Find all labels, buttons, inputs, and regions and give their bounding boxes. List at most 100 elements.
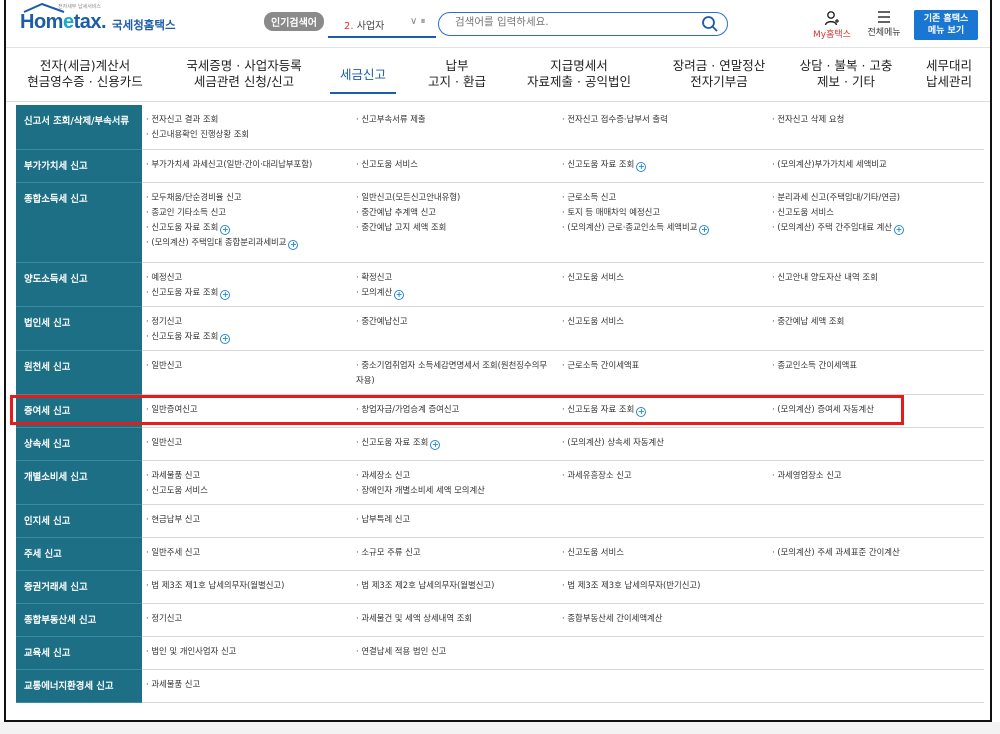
menu-link[interactable]: · 일반신고 xyxy=(146,358,348,373)
menu-link[interactable]: · 중간예납 추계액 신고 xyxy=(356,205,554,220)
all-menu-button[interactable]: 전체메뉴 xyxy=(864,10,904,38)
menu-link[interactable]: · 토지 등 매매차익 예정신고 xyxy=(562,205,764,220)
menu-link[interactable]: · 신고도움 서비스 xyxy=(772,205,980,220)
menu-link[interactable]: · 근로소득 신고 xyxy=(562,190,764,205)
chevron-down-icon[interactable]: ∨ ⏸ xyxy=(410,16,426,27)
my-hometax-button[interactable]: My홈택스 xyxy=(812,10,852,40)
plus-circle-icon[interactable]: + xyxy=(636,161,647,172)
category-cell[interactable]: 증여세 신고 xyxy=(16,394,142,428)
nav-item-e-invoice[interactable]: 전자(세금)계산서 현금영수증 · 신용카드 xyxy=(26,58,144,90)
menu-link[interactable]: · 일반주세 신고 xyxy=(146,545,348,560)
menu-link[interactable]: · 법 제3조 제3호 납세의무자(반기신고) xyxy=(562,578,764,593)
menu-link[interactable]: · 일반신고 xyxy=(146,435,348,450)
menu-link[interactable]: · 과세영업장소 신고 xyxy=(772,468,980,483)
menu-link[interactable]: · 일반신고(모든신고안내유형) xyxy=(356,190,554,205)
menu-link[interactable]: · 신고도움 자료 조회 + xyxy=(356,435,554,450)
menu-link[interactable]: · (모의계산) 상속세 자동계산 xyxy=(562,435,764,450)
menu-link[interactable]: · 중소기업취업자 소득세감면명세서 조회(원천징수의무자용) xyxy=(356,358,554,388)
plus-circle-icon[interactable]: + xyxy=(220,289,231,300)
menu-link[interactable]: · 소규모 주류 신고 xyxy=(356,545,554,560)
menu-link[interactable]: · 신고도움 서비스 xyxy=(562,314,764,329)
menu-link[interactable]: · 신고안내 양도자산 내역 조회 xyxy=(772,270,980,285)
category-cell[interactable]: 법인세 신고 xyxy=(16,306,142,351)
category-cell[interactable]: 신고서 조회/삭제/부속서류 xyxy=(16,105,142,150)
popular-search-badge[interactable]: 인기검색어 xyxy=(264,12,324,31)
old-menu-button[interactable]: 기존 홈택스 메뉴 보기 xyxy=(914,10,978,40)
menu-link[interactable]: · 신고도움 서비스 xyxy=(356,157,554,172)
menu-link[interactable]: · 정기신고 xyxy=(146,314,348,329)
hometax-logo[interactable]: 전자세무 납세서비스 Hometax. 국세청홈택스 xyxy=(20,3,176,32)
menu-link[interactable]: · 납부특례 신고 xyxy=(356,512,554,527)
menu-link[interactable]: · (모의계산) 증여세 자동계산 xyxy=(772,402,980,417)
plus-circle-icon[interactable]: + xyxy=(699,224,710,235)
menu-link[interactable]: · 종교인소득 간이세액표 xyxy=(772,358,980,373)
category-cell[interactable]: 양도소득세 신고 xyxy=(16,262,142,307)
search-input[interactable] xyxy=(455,16,675,28)
category-cell[interactable]: 종합부동산세 신고 xyxy=(16,603,142,637)
menu-link[interactable]: · 연결납세 적용 법인 신고 xyxy=(356,644,554,659)
category-cell[interactable]: 종합소득세 신고 xyxy=(16,182,142,263)
nav-item-payment[interactable]: 납부 고지 · 환급 xyxy=(422,58,492,90)
menu-link[interactable]: · 중간예납 세액 조회 xyxy=(772,314,980,329)
menu-link[interactable]: · 법 제3조 제2호 납세의무자(월별신고) xyxy=(356,578,554,593)
category-cell[interactable]: 주세 신고 xyxy=(16,537,142,571)
menu-link[interactable]: · 분리과세 신고(주택임대/기타/연금) xyxy=(772,190,980,205)
menu-link[interactable]: · 장애인자 개별소비세 세액 모의계산 xyxy=(356,483,554,498)
menu-link[interactable]: · 전자신고 접수증·납부서 출력 xyxy=(562,112,764,127)
menu-link[interactable]: · 신고도움 자료 조회 + xyxy=(562,157,764,172)
plus-circle-icon[interactable]: + xyxy=(288,239,299,250)
menu-link[interactable]: · 신고내용확인 진행상황 조회 xyxy=(146,127,348,142)
category-cell[interactable]: 인지세 신고 xyxy=(16,504,142,538)
menu-link[interactable]: · 모두채움/단순경비율 신고 xyxy=(146,190,348,205)
menu-link[interactable]: · (모의계산) 주택임대 종합분리과세비교 + xyxy=(146,235,348,250)
menu-link[interactable]: · 과세장소 신고 xyxy=(356,468,554,483)
menu-link[interactable]: · (모의계산) 주택 간주임대료 계산 + xyxy=(772,220,980,235)
category-cell[interactable]: 상속세 신고 xyxy=(16,427,142,461)
nav-item-incentives[interactable]: 장려금 · 연말정산 전자기부금 xyxy=(664,58,774,90)
menu-link[interactable]: · 신고도움 서비스 xyxy=(146,483,348,498)
menu-link[interactable]: · 신고부속서류 제출 xyxy=(356,112,554,127)
menu-link[interactable]: · 확정신고 xyxy=(356,270,554,285)
plus-circle-icon[interactable]: + xyxy=(220,333,231,344)
menu-link[interactable]: · 종합부동산세 간이세액계산 xyxy=(562,611,764,626)
nav-item-payment-statements[interactable]: 지급명세서 자료제출 · 공익법인 xyxy=(520,58,638,90)
menu-link[interactable]: · 과세물건 및 세액 상세내역 조회 xyxy=(356,611,554,626)
menu-link[interactable]: · 모의계산 + xyxy=(356,285,554,300)
menu-link[interactable]: · 신고도움 서비스 xyxy=(562,545,764,560)
plus-circle-icon[interactable]: + xyxy=(894,224,905,235)
plus-circle-icon[interactable]: + xyxy=(636,406,647,417)
menu-link[interactable]: · 현금납부 신고 xyxy=(146,512,348,527)
menu-link[interactable]: · 전자신고 결과 조회 xyxy=(146,112,348,127)
menu-link[interactable]: · (모의계산) 주세 과세표준 간이계산 xyxy=(772,545,980,560)
search-type-select[interactable]: 2. 사업자 xyxy=(344,17,384,32)
menu-link[interactable]: · 과세물품 신고 xyxy=(146,468,348,483)
nav-item-tax-filing[interactable]: 세금신고 xyxy=(330,67,396,94)
menu-link[interactable]: · 근로소득 간이세액표 xyxy=(562,358,764,373)
menu-link[interactable]: · 중간예납 고지 세액 조회 xyxy=(356,220,554,235)
menu-link[interactable]: · 과세물품 신고 xyxy=(146,677,348,692)
menu-link[interactable]: · 신고도움 서비스 xyxy=(562,270,764,285)
category-cell[interactable]: 개별소비세 신고 xyxy=(16,460,142,505)
menu-link[interactable]: · 종교인 기타소득 신고 xyxy=(146,205,348,220)
plus-circle-icon[interactable]: + xyxy=(220,224,231,235)
category-cell[interactable]: 교육세 신고 xyxy=(16,636,142,670)
menu-link[interactable]: · 과세유흥장소 신고 xyxy=(562,468,764,483)
plus-circle-icon[interactable]: + xyxy=(394,289,405,300)
nav-item-tax-agent[interactable]: 세무대리 납세관리 xyxy=(918,58,980,90)
menu-link[interactable]: · 신고도움 자료 조회 + xyxy=(562,402,764,417)
menu-link[interactable]: · 중간예납신고 xyxy=(356,314,554,329)
menu-link[interactable]: · 부가가치세 과세신고(일반·간이·대리납부포함) xyxy=(146,157,348,172)
menu-link[interactable]: · 창업자금/가업승계 증여신고 xyxy=(356,402,554,417)
plus-circle-icon[interactable]: + xyxy=(430,439,441,450)
menu-link[interactable]: · 예정신고 xyxy=(146,270,348,285)
category-cell[interactable]: 원천세 신고 xyxy=(16,350,142,395)
search-icon[interactable] xyxy=(701,15,719,33)
menu-link[interactable]: · 일반증여신고 xyxy=(146,402,348,417)
menu-link[interactable]: · 법인 및 개인사업자 신고 xyxy=(146,644,348,659)
menu-link[interactable]: · 신고도움 자료 조회 + xyxy=(146,220,348,235)
category-cell[interactable]: 증권거래세 신고 xyxy=(16,570,142,604)
menu-link[interactable]: · (모의계산) 근로·종교인소득 세액비교 + xyxy=(562,220,764,235)
menu-link[interactable]: · 법 제3조 제1호 납세의무자(월별신고) xyxy=(146,578,348,593)
menu-link[interactable]: · 신고도움 자료 조회 + xyxy=(146,329,348,344)
menu-link[interactable]: · 전자신고 삭제 요청 xyxy=(772,112,980,127)
